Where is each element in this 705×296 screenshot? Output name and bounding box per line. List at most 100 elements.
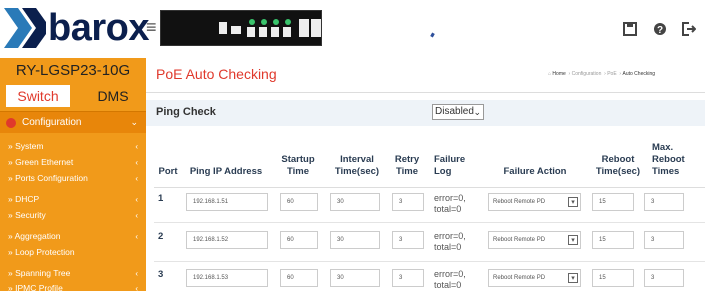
chevron-left-icon: ‹: [135, 210, 138, 220]
max-reboot-input[interactable]: 3: [644, 269, 684, 287]
sidebar-item-label: » System: [8, 141, 44, 151]
interval-input[interactable]: 30: [330, 193, 380, 211]
device-port: [283, 27, 291, 37]
tab-dms[interactable]: DMS: [88, 85, 138, 107]
col-header-startup-time: Startup Time: [281, 154, 315, 177]
col-header-failure-log: Failure Log: [434, 154, 466, 177]
sidebar-item-green-ethernet[interactable]: » Green Ethernet ‹: [0, 154, 146, 170]
help-icon[interactable]: ?: [652, 21, 668, 37]
sidebar-item-label: » Security: [8, 210, 46, 220]
retry-input[interactable]: 3: [392, 231, 424, 249]
sidebar-item-system[interactable]: » System ‹: [0, 138, 146, 154]
ping-ip-input[interactable]: 192.168.1.51: [186, 193, 268, 211]
reboot-time-input[interactable]: 15: [592, 193, 634, 211]
breadcrumb-current: Auto Checking: [622, 71, 656, 77]
cell-port: 3: [158, 269, 164, 280]
failure-log: error=0, total=0: [434, 231, 466, 252]
device-port: [311, 19, 321, 37]
svg-text:?: ?: [657, 25, 663, 36]
cell-port: 2: [158, 231, 164, 242]
save-icon[interactable]: [622, 21, 638, 37]
startup-time-input[interactable]: 60: [280, 231, 318, 249]
breadcrumb-item[interactable]: PoE: [607, 71, 616, 77]
cell-port: 1: [158, 193, 164, 204]
chevron-left-icon: ‹: [135, 231, 138, 241]
failure-action-select[interactable]: Reboot Remote PD ▾: [488, 193, 581, 211]
failure-action-value: Reboot Remote PD: [493, 199, 546, 205]
home-icon: ⌂: [548, 71, 552, 77]
brand-name: barox: [48, 7, 149, 49]
sidebar-item-ipmc-profile[interactable]: » IPMC Profile ‹: [0, 280, 146, 296]
sidebar-item-dhcp[interactable]: » DHCP ‹: [0, 191, 146, 207]
chevron-down-icon: ▾: [568, 273, 578, 283]
retry-input[interactable]: 3: [392, 193, 424, 211]
row-divider: [154, 222, 705, 223]
breadcrumb-home[interactable]: Home: [552, 71, 565, 77]
ping-check-label: Ping Check: [156, 106, 216, 118]
menu-toggle-icon[interactable]: ≡: [146, 18, 157, 36]
top-header: barox ≡ ?: [0, 0, 705, 58]
device-port: [259, 27, 267, 37]
col-header-ping-ip: Ping IP Address: [189, 166, 263, 177]
sidebar-item-spanning-tree[interactable]: » Spanning Tree ‹: [0, 265, 146, 281]
switch-device-image: [160, 10, 322, 46]
failure-log: error=0, total=0: [434, 193, 466, 214]
col-header-interval: Interval Time(sec): [334, 154, 380, 177]
device-port: [231, 26, 241, 34]
sidebar-item-aggregation[interactable]: » Aggregation ‹: [0, 228, 146, 244]
sidebar-item-label: » DHCP: [8, 194, 40, 204]
startup-time-input[interactable]: 60: [280, 193, 318, 211]
chevron-down-icon: ▾: [568, 197, 578, 207]
sidebar-item-label: » IPMC Profile: [8, 283, 63, 293]
sidebar: RY-LGSP23-10G Switch DMS Configuration ⌄…: [0, 58, 146, 293]
sidebar-item-label: » Ports Configuration: [8, 173, 88, 183]
device-port: [219, 22, 227, 34]
max-reboot-input[interactable]: 3: [644, 231, 684, 249]
device-port: [299, 19, 309, 37]
sidebar-item-label: » Spanning Tree: [8, 268, 71, 278]
page-title: PoE Auto Checking: [156, 66, 277, 82]
reboot-time-input[interactable]: 15: [592, 231, 634, 249]
chevron-down-icon: ⌄: [473, 107, 481, 117]
sidebar-section-label: Configuration: [22, 117, 82, 128]
col-header-max-reboot: Max. Reboot Times: [652, 142, 685, 177]
sidebar-item-ports-configuration[interactable]: » Ports Configuration ‹: [0, 170, 146, 186]
device-led: [273, 19, 279, 25]
sidebar-item-label: » Aggregation: [8, 231, 61, 241]
failure-action-value: Reboot Remote PD: [493, 237, 546, 243]
device-model: RY-LGSP23-10G: [15, 62, 131, 79]
retry-input[interactable]: 3: [392, 269, 424, 287]
ping-check-select[interactable]: Disabled ⌄: [432, 104, 484, 120]
failure-log: error=0, total=0: [434, 269, 466, 290]
failure-action-select[interactable]: Reboot Remote PD ▾: [488, 231, 581, 249]
sidebar-section-configuration[interactable]: Configuration ⌄: [0, 111, 146, 133]
failure-action-value: Reboot Remote PD: [493, 275, 546, 281]
col-header-failure-action: Failure Action: [503, 166, 567, 177]
sidebar-item-label: » Green Ethernet: [8, 157, 74, 167]
startup-time-input[interactable]: 60: [280, 269, 318, 287]
ping-check-bar: [146, 100, 705, 126]
device-led: [285, 19, 291, 25]
logout-icon[interactable]: [680, 21, 696, 37]
chevron-left-icon: ‹: [135, 194, 138, 204]
sidebar-item-loop-protection[interactable]: » Loop Protection: [0, 244, 146, 260]
interval-input[interactable]: 30: [330, 231, 380, 249]
tab-switch[interactable]: Switch: [6, 85, 70, 107]
barox-logo[interactable]: barox: [4, 6, 149, 50]
max-reboot-input[interactable]: 3: [644, 193, 684, 211]
chevron-left-icon: ‹: [135, 283, 138, 293]
device-led: [261, 19, 267, 25]
device-led: [249, 19, 255, 25]
gear-icon: [6, 117, 16, 128]
chevron-down-icon: ▾: [568, 235, 578, 245]
sidebar-item-label: » Loop Protection: [8, 247, 75, 257]
ping-ip-input[interactable]: 192.168.1.52: [186, 231, 268, 249]
ping-ip-input[interactable]: 192.168.1.53: [186, 269, 268, 287]
row-divider: [154, 261, 705, 262]
interval-input[interactable]: 30: [330, 269, 380, 287]
table-header-divider: [154, 187, 705, 188]
failure-action-select[interactable]: Reboot Remote PD ▾: [488, 269, 581, 287]
sidebar-item-security[interactable]: » Security ‹: [0, 207, 146, 223]
breadcrumb-item[interactable]: Configuration: [572, 71, 602, 77]
reboot-time-input[interactable]: 15: [592, 269, 634, 287]
